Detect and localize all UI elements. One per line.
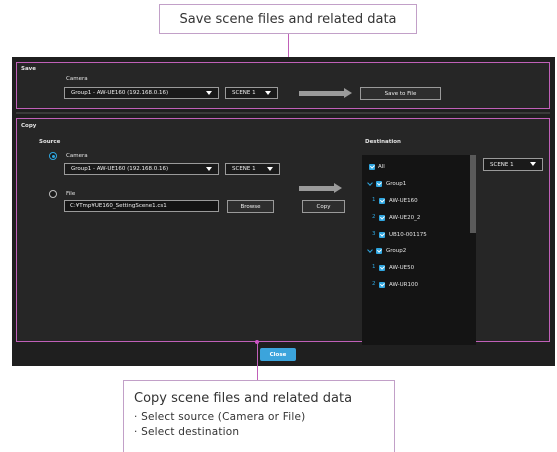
source-camera-radio[interactable]	[49, 152, 57, 160]
camera-checkbox[interactable]	[379, 282, 385, 288]
camera-checkbox[interactable]	[379, 265, 385, 271]
destination-scene-value: SCENE 1	[490, 161, 514, 168]
copy-button[interactable]: Copy	[302, 200, 345, 213]
camera-checkbox[interactable]	[379, 198, 385, 204]
source-file-radio[interactable]	[49, 190, 57, 198]
save-camera-select[interactable]: Group1 - AW-UE160 (192.168.0.16)	[64, 87, 219, 99]
group2-checkbox[interactable]	[376, 248, 382, 254]
destination-scene-select[interactable]: SCENE 1	[483, 158, 543, 171]
source-scene-value: SCENE 1	[232, 166, 256, 172]
camera-name: AW-UR100	[389, 282, 419, 288]
camera-name: AW-UE160	[389, 198, 418, 204]
section-divider	[16, 112, 550, 114]
callout-save-connector	[288, 34, 289, 59]
save-scene-value: SCENE 1	[232, 90, 256, 96]
camera-checkbox[interactable]	[379, 215, 385, 221]
group2-label: Group2	[386, 248, 407, 254]
all-label: All	[378, 164, 385, 170]
chevron-down-icon	[267, 167, 273, 171]
scene-file-dialog: Save Camera Group1 - AW-UE160 (192.168.0…	[12, 57, 555, 366]
save-scene-select[interactable]: SCENE 1	[225, 87, 278, 99]
chevron-down-icon[interactable]	[367, 247, 373, 253]
save-camera-label: Camera	[66, 76, 88, 82]
source-camera-value: Group1 - AW-UE160 (192.168.0.16)	[71, 166, 169, 172]
camera-checkbox[interactable]	[379, 232, 385, 238]
destination-list[interactable]: All Group1 1 AW-UE160 2 AW-UE20_2 3 UB10…	[362, 155, 476, 345]
callout-copy-item: · Select source (Camera or File)	[134, 411, 306, 423]
destination-label: Destination	[365, 139, 401, 145]
chevron-down-icon	[530, 162, 536, 166]
all-checkbox[interactable]	[369, 164, 375, 170]
callout-copy-title: Copy scene files and related data	[134, 391, 353, 406]
save-to-file-button[interactable]: Save to File	[360, 87, 441, 100]
callout-save: Save scene files and related data	[159, 4, 417, 34]
chevron-down-icon[interactable]	[367, 180, 373, 186]
camera-name: AW-UE50	[389, 265, 415, 271]
destination-scrollbar[interactable]	[470, 155, 476, 233]
camera-number: 1	[372, 264, 376, 270]
group1-checkbox[interactable]	[376, 181, 382, 187]
close-button[interactable]: Close	[260, 348, 296, 361]
chevron-down-icon	[265, 91, 271, 95]
source-file-label: File	[66, 191, 76, 197]
copy-section-title: Copy	[21, 123, 37, 129]
source-scene-select[interactable]: SCENE 1	[225, 163, 280, 175]
camera-number: 1	[372, 197, 376, 203]
save-arrow-icon	[299, 88, 352, 98]
camera-number: 2	[372, 281, 376, 287]
callout-copy: Copy scene files and related data · Sele…	[123, 380, 395, 452]
camera-number: 3	[372, 231, 376, 237]
manual-page: Save scene files and related data Save C…	[0, 0, 557, 452]
source-camera-label: Camera	[66, 153, 88, 159]
source-label: Source	[39, 139, 61, 145]
chevron-down-icon	[206, 167, 212, 171]
copy-arrow-icon	[299, 183, 342, 193]
callout-copy-connector	[257, 342, 258, 380]
chevron-down-icon	[206, 91, 212, 95]
file-path-input[interactable]: C:¥Tmp¥UE160_SettingScene1.cs1	[64, 200, 219, 212]
camera-number: 2	[372, 214, 376, 220]
camera-name: UB10-001175	[389, 232, 427, 238]
group1-label: Group1	[386, 181, 407, 187]
save-section: Save Camera Group1 - AW-UE160 (192.168.0…	[16, 62, 550, 109]
save-camera-value: Group1 - AW-UE160 (192.168.0.16)	[71, 90, 169, 96]
browse-button[interactable]: Browse	[227, 200, 274, 213]
source-camera-select[interactable]: Group1 - AW-UE160 (192.168.0.16)	[64, 163, 219, 175]
save-section-title: Save	[21, 66, 36, 72]
camera-name: AW-UE20_2	[389, 215, 421, 221]
callout-copy-item: · Select destination	[134, 426, 240, 438]
